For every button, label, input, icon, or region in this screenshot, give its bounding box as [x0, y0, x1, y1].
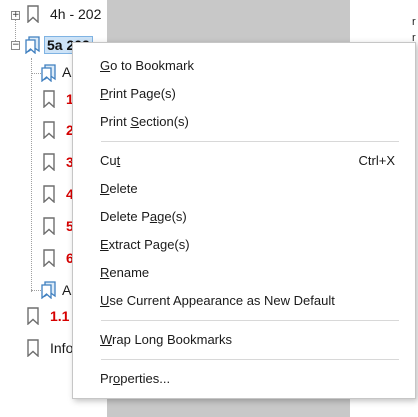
bookmark-context-menu: Go to Bookmark Print Page(s) Print Secti… — [72, 42, 416, 399]
menu-separator — [101, 320, 399, 321]
menu-item-wrap-long-bookmarks[interactable]: Wrap Long Bookmarks — [73, 327, 415, 353]
menu-item-cut[interactable]: Cut Ctrl+X — [73, 148, 415, 174]
menu-label: o to Bookmark — [110, 58, 194, 73]
menu-item-rename[interactable]: Rename — [73, 260, 415, 286]
collapse-toggle-icon[interactable]: − — [11, 41, 20, 50]
menu-separator — [101, 141, 399, 142]
menu-label: rint Page(s) — [108, 86, 176, 101]
menu-mnemonic: S — [130, 114, 140, 129]
menu-label: perties... — [120, 371, 171, 386]
bookmark-icon — [27, 339, 39, 357]
menu-label: ename — [109, 265, 150, 280]
bookmark-label[interactable]: Info — [50, 340, 73, 356]
menu-label: xtract Page(s) — [108, 237, 190, 252]
bookmark-group-icon — [41, 64, 56, 82]
expand-toggle-icon[interactable]: + — [11, 11, 20, 20]
bookmark-label[interactable]: A — [62, 64, 71, 80]
menu-mnemonic: W — [100, 332, 113, 347]
menu-item-use-current-appearance[interactable]: Use Current Appearance as New Default — [73, 288, 415, 314]
bookmark-icon — [27, 307, 39, 325]
bookmark-group-icon — [25, 36, 40, 54]
menu-label: ge(s) — [157, 209, 187, 224]
menu-label: Print — [100, 114, 131, 129]
menu-mnemonic: E — [100, 237, 109, 252]
bookmark-label[interactable]: 1.1 — [50, 308, 69, 324]
page-text-fragment: r — [412, 16, 416, 28]
bookmark-icon — [43, 217, 55, 235]
bookmark-icon — [27, 5, 39, 23]
menu-item-print-sections[interactable]: Print Section(s) — [73, 109, 415, 135]
menu-label: ection(s) — [139, 114, 189, 129]
menu-mnemonic: P — [100, 86, 109, 101]
menu-label: Pr — [100, 371, 113, 386]
menu-mnemonic: D — [100, 181, 110, 196]
menu-label: elete — [109, 181, 138, 196]
menu-separator — [101, 359, 399, 360]
bookmark-icon — [43, 249, 55, 267]
menu-label: Delete P — [100, 209, 150, 224]
bookmark-icon — [43, 185, 55, 203]
bookmark-icon — [43, 153, 55, 171]
menu-label: se Current Appearance as New Default — [109, 293, 335, 308]
menu-item-print-pages[interactable]: Print Page(s) — [73, 81, 415, 107]
bookmark-group-icon — [41, 281, 56, 299]
menu-mnemonic: U — [100, 293, 110, 308]
menu-item-delete-pages[interactable]: Delete Page(s) — [73, 204, 415, 230]
menu-mnemonic: R — [100, 265, 110, 280]
bookmark-icon — [43, 90, 55, 108]
bookmark-label[interactable]: 4h - 202 — [50, 6, 101, 22]
menu-item-go-to-bookmark[interactable]: Go to Bookmark — [73, 53, 415, 79]
menu-item-delete[interactable]: Delete — [73, 176, 415, 202]
menu-mnemonic: G — [100, 58, 111, 73]
menu-label: rap Long Bookmarks — [112, 332, 232, 347]
tree-line — [31, 58, 32, 292]
bookmark-label[interactable]: A — [62, 282, 71, 298]
menu-item-extract-pages[interactable]: Extract Page(s) — [73, 232, 415, 258]
menu-shortcut: Ctrl+X — [358, 153, 395, 168]
menu-item-properties[interactable]: Properties... — [73, 366, 415, 392]
menu-mnemonic: t — [116, 153, 121, 168]
menu-label: Cu — [100, 153, 117, 168]
bookmark-icon — [43, 121, 55, 139]
